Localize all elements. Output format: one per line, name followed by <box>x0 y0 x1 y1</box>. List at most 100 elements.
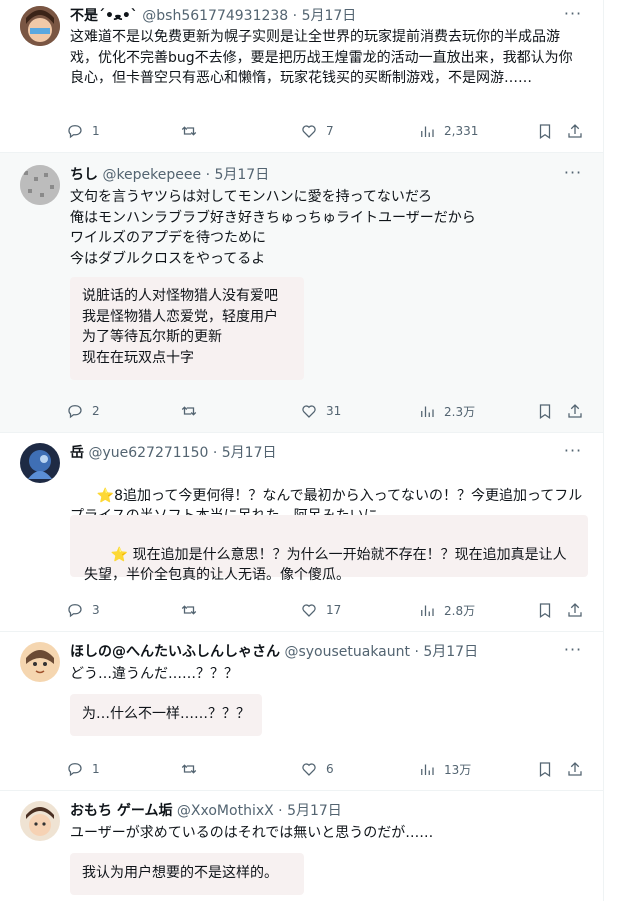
share-icon <box>568 404 582 418</box>
translation-box: 说脏话的人对怪物猎人没有爱吧 我是怪物猎人恋爱党，轻度用户 为了等待瓦尔斯的更新… <box>70 277 304 380</box>
translation-box: ⭐ 现在追加是什么意思！？为什么一开始就不存在！？现在追加真是让人失望，半价全包… <box>70 515 588 583</box>
heart-icon <box>302 604 316 617</box>
post-date[interactable]: 5月17日 <box>214 167 269 183</box>
display-name[interactable]: ちし <box>70 167 98 183</box>
avatar[interactable] <box>20 642 60 682</box>
reply-icon <box>68 125 82 139</box>
reply-count: 1 <box>92 124 100 138</box>
share-button[interactable] <box>566 121 584 141</box>
display-name[interactable]: 不是´•ﻌ•` <box>70 8 138 24</box>
separator: · <box>278 803 283 819</box>
display-name[interactable]: 岳 <box>70 445 84 461</box>
more-options-icon[interactable]: ··· <box>563 6 583 26</box>
separator: · <box>212 445 218 461</box>
user-handle[interactable]: @yue627271150 <box>88 445 208 461</box>
retweet-icon <box>181 764 197 774</box>
avatar[interactable] <box>20 801 60 841</box>
avatar[interactable] <box>20 165 60 205</box>
translation-box: 为…什么不一样……？？？ <box>70 694 262 736</box>
like-count: 7 <box>326 124 334 138</box>
post-date[interactable]: 5月17日 <box>287 803 342 819</box>
like-button[interactable]: 17 <box>300 600 341 620</box>
star-icon: ⭐ <box>110 546 129 563</box>
tweet[interactable]: 岳 @yue627271150 · 5月17日 ··· ⭐8追加って今更何得！？… <box>0 433 603 632</box>
bookmark-icon <box>539 762 551 777</box>
reply-button[interactable]: 1 <box>66 121 100 141</box>
tweet[interactable]: ちし @kepekepeee · 5月17日 ··· 文句を言うヤツらは対してモ… <box>0 153 603 433</box>
separator: · <box>292 8 298 24</box>
heart-icon <box>302 763 316 776</box>
like-count: 17 <box>326 603 342 617</box>
views-button[interactable]: 2.3万 <box>418 401 475 421</box>
like-button[interactable]: 7 <box>300 121 334 141</box>
view-count: 2.8万 <box>444 603 476 618</box>
avatar[interactable] <box>20 443 60 483</box>
reply-count: 2 <box>92 404 100 418</box>
views-icon <box>421 406 434 417</box>
post-date[interactable]: 5月17日 <box>222 445 277 461</box>
post-date[interactable]: 5月17日 <box>302 8 357 24</box>
retweet-button[interactable] <box>180 759 206 779</box>
retweet-button[interactable] <box>180 401 206 421</box>
tweet[interactable]: ほしの@へんたいふしんしゃさん @syousetuakaunt · 5月17日 … <box>0 632 603 791</box>
separator: · <box>414 644 419 660</box>
user-handle[interactable]: @bsh561774931238 <box>142 8 288 24</box>
share-button[interactable] <box>566 600 584 620</box>
tweet-text: どう…違うんだ……？？？ <box>70 666 238 682</box>
more-options-icon[interactable]: ··· <box>563 165 583 185</box>
share-icon <box>568 762 582 776</box>
views-button[interactable]: 13万 <box>418 759 471 779</box>
heart-icon <box>302 405 316 418</box>
star-icon: ⭐ <box>96 487 115 504</box>
user-handle[interactable]: @syousetuakaunt <box>284 644 410 660</box>
retweet-icon <box>181 126 197 136</box>
tweet-text: ユーザーが求めているのはそれでは無いと思うのだが…… <box>70 825 434 841</box>
timeline: 不是´•ﻌ•` @bsh561774931238 · 5月17日 ··· 这难道… <box>0 0 604 901</box>
reply-count: 3 <box>92 603 100 617</box>
separator: · <box>205 167 211 183</box>
action-bar: 1 7 2,331 <box>66 121 583 141</box>
share-icon <box>568 124 582 138</box>
more-options-icon[interactable]: ··· <box>563 443 583 463</box>
views-icon <box>421 605 434 616</box>
share-button[interactable] <box>566 759 584 779</box>
reply-button[interactable]: 1 <box>66 759 100 779</box>
views-icon <box>421 126 434 137</box>
avatar[interactable] <box>20 6 60 46</box>
reply-icon <box>68 405 82 419</box>
like-button[interactable]: 6 <box>300 759 334 779</box>
tweet[interactable]: おもち ゲーム垢 @XxoMothixX · 5月17日 ユーザーが求めているの… <box>0 791 603 901</box>
bookmark-button[interactable] <box>536 121 554 141</box>
retweet-icon <box>181 406 197 416</box>
tweet-text: 文句を言うヤツらは対してモンハンに愛を持ってないだろ 俺はモンハンラブラブ好き好… <box>70 189 476 267</box>
tweet-text: 这难道不是以免费更新为幌子实则是让全世界的玩家提前消费去玩你的半成品游戏，优化不… <box>70 29 573 86</box>
like-count: 31 <box>326 404 342 418</box>
display-name[interactable]: おもち ゲーム垢 <box>70 803 172 819</box>
views-button[interactable]: 2.8万 <box>418 600 475 620</box>
share-icon <box>568 603 582 617</box>
action-bar: 1 6 13万 <box>66 759 583 779</box>
reply-icon <box>68 763 82 777</box>
bookmark-button[interactable] <box>536 401 554 421</box>
retweet-button[interactable] <box>180 121 206 141</box>
display-name[interactable]: ほしの@へんたいふしんしゃさん <box>70 644 280 660</box>
bookmark-button[interactable] <box>536 759 554 779</box>
reply-button[interactable]: 2 <box>66 401 100 421</box>
user-handle[interactable]: @kepekepeee <box>102 167 201 183</box>
user-handle[interactable]: @XxoMothixX <box>177 803 274 819</box>
share-button[interactable] <box>566 401 584 421</box>
like-button[interactable]: 31 <box>300 401 341 421</box>
bookmark-icon <box>539 404 551 419</box>
view-count: 2.3万 <box>444 404 476 419</box>
action-bar: 2 31 2.3万 <box>66 401 583 421</box>
action-bar: 3 17 2.8万 <box>66 600 583 620</box>
reply-count: 1 <box>92 762 100 776</box>
retweet-button[interactable] <box>180 600 206 620</box>
bookmark-button[interactable] <box>536 600 554 620</box>
more-options-icon[interactable]: ··· <box>563 642 583 662</box>
views-button[interactable]: 2,331 <box>418 121 478 141</box>
reply-button[interactable]: 3 <box>66 600 100 620</box>
bookmark-icon <box>539 124 551 139</box>
tweet[interactable]: 不是´•ﻌ•` @bsh561774931238 · 5月17日 ··· 这难道… <box>0 0 603 153</box>
post-date[interactable]: 5月17日 <box>423 644 478 660</box>
